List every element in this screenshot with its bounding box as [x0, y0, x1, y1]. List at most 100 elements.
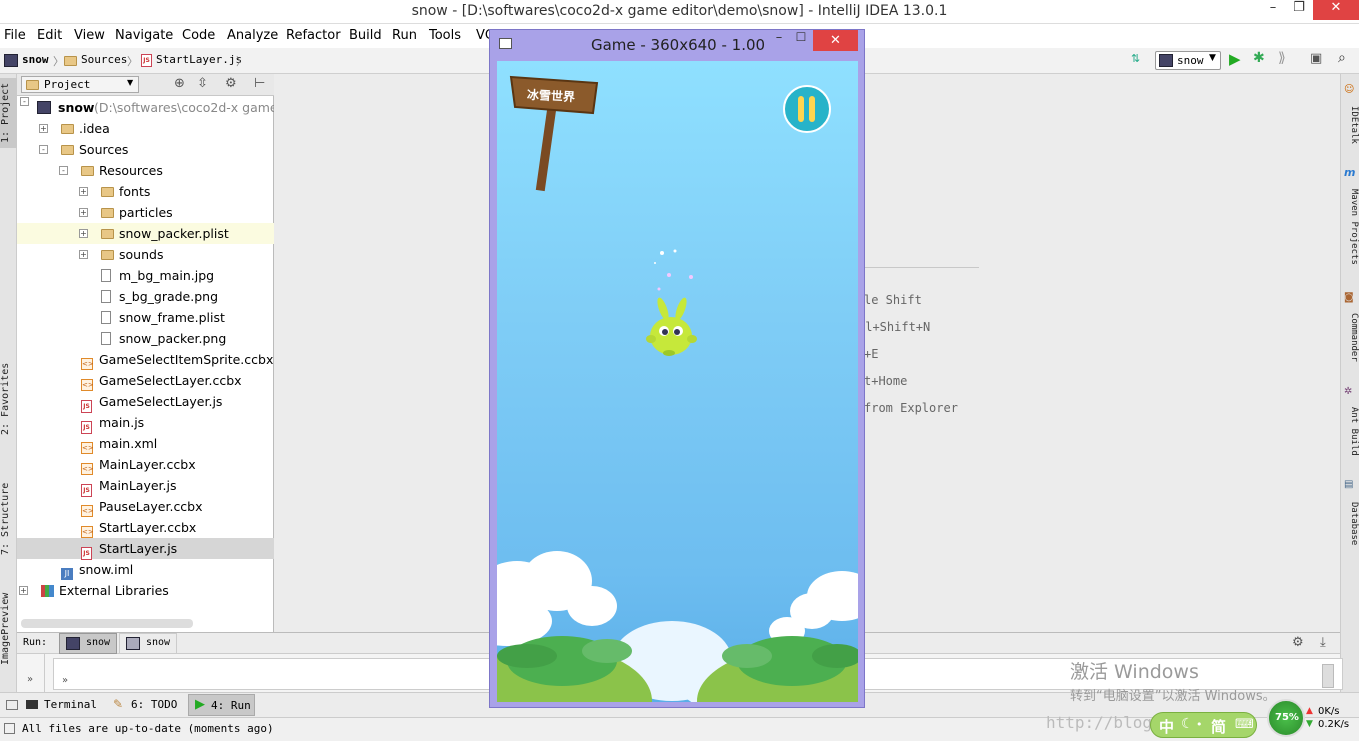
collapse-toggle-icon[interactable]: - — [20, 97, 29, 106]
tab-imagepreview[interactable]: ImagePreview — [0, 584, 17, 674]
tree-item[interactable]: snow_frame.plist — [17, 307, 274, 328]
toggle-panels-icon[interactable] — [6, 700, 18, 710]
run-icon[interactable]: ▶ — [1229, 50, 1241, 68]
close-button[interactable]: ✕ — [1313, 0, 1359, 20]
tab-commander[interactable]: Commander — [1342, 307, 1359, 367]
tree-item[interactable]: + .idea — [17, 118, 274, 139]
expand-icon[interactable]: » — [62, 675, 68, 686]
moon-icon[interactable]: ☾ — [1181, 716, 1194, 732]
breadcrumb-file[interactable]: StartLayer.js — [156, 53, 242, 66]
tab-structure[interactable]: 7: Structure — [0, 474, 17, 564]
run-tab-snow-active[interactable]: snow — [59, 633, 117, 654]
run-config-select[interactable]: snow ▼ — [1155, 51, 1221, 70]
title-bar: snow - [D:\softwares\coco2d-x game edito… — [0, 0, 1359, 24]
tree-item[interactable]: JS main.js — [17, 412, 274, 434]
tab-favorites[interactable]: 2: Favorites — [0, 359, 17, 439]
gear-icon[interactable]: ⚙ — [225, 76, 237, 91]
debug-icon[interactable]: ✱ — [1253, 50, 1265, 66]
game-close-button[interactable]: ✕ — [813, 30, 858, 51]
tree-item[interactable]: - Sources — [17, 139, 274, 160]
tree-item[interactable]: m_bg_main.jpg — [17, 265, 274, 286]
tab-ant-build[interactable]: Ant Build — [1342, 401, 1359, 461]
game-window[interactable]: Game - 360x640 - 1.00 – ☐ ✕ 冰雪世界 — [489, 29, 865, 708]
tab-maven-projects[interactable]: Maven Projects — [1342, 182, 1359, 272]
dot-icon[interactable]: • — [1196, 718, 1203, 731]
menu-build[interactable]: Build — [349, 28, 382, 43]
sort-icon[interactable]: ⇅ — [1131, 52, 1140, 65]
breadcrumb-root[interactable]: snow — [22, 53, 49, 66]
tree-item[interactable]: + sounds — [17, 244, 274, 265]
tree-item[interactable]: + particles — [17, 202, 274, 223]
expand-toggle-icon[interactable]: + — [79, 187, 88, 196]
tree-item[interactable]: JS GameSelectLayer.js — [17, 391, 274, 413]
tree-item[interactable]: + snow_packer.plist — [17, 223, 274, 244]
hide-icon[interactable]: ⊢ — [254, 76, 265, 91]
menu-analyze[interactable]: Analyze — [227, 28, 278, 43]
tree-item[interactable]: <> GameSelectLayer.ccbx — [17, 370, 274, 391]
collapse-icon[interactable]: ⇳ — [197, 76, 208, 91]
expand-toggle-icon[interactable]: + — [79, 229, 88, 238]
tab-database[interactable]: Database — [1342, 494, 1359, 554]
tree-item-label: m_bg_main.jpg — [119, 268, 215, 283]
tree-item[interactable]: + fonts — [17, 181, 274, 202]
menu-tools[interactable]: Tools — [429, 28, 461, 43]
expand-toggle-icon[interactable]: + — [19, 586, 28, 595]
tree-item[interactable]: JI snow.iml — [17, 559, 274, 580]
locate-icon[interactable]: ⊕ — [174, 76, 185, 91]
tree-item[interactable]: s_bg_grade.png — [17, 286, 274, 307]
ime-mode[interactable]: 中 — [1159, 716, 1174, 737]
game-maximize-button[interactable]: ☐ — [788, 30, 814, 52]
expand-icon[interactable]: » — [27, 674, 33, 685]
coverage-icon[interactable]: ⟫ — [1278, 50, 1286, 66]
vertical-scrollbar[interactable] — [1322, 664, 1334, 688]
structure-icon[interactable]: ▣ — [1310, 51, 1322, 66]
tab-idetalk[interactable]: IDEtalk — [1342, 100, 1359, 150]
gear-icon[interactable]: ⚙ — [1292, 635, 1304, 650]
tree-item[interactable]: <> StartLayer.ccbx — [17, 517, 274, 538]
expand-toggle-icon[interactable]: + — [79, 208, 88, 217]
pause-button[interactable] — [783, 85, 831, 133]
folder-icon — [61, 145, 74, 155]
tab-run[interactable]: ▶ 4: Run — [188, 694, 255, 716]
expand-toggle-icon[interactable]: + — [79, 250, 88, 259]
ime-toolbar[interactable]: 中 ☾ • 简 ⌨ — [1150, 712, 1257, 738]
menu-run[interactable]: Run — [392, 28, 417, 43]
tree-item[interactable]: <> main.xml — [17, 433, 274, 454]
project-view-select[interactable]: Project ▼ — [21, 76, 139, 93]
cpu-gauge[interactable]: 75% — [1267, 699, 1305, 737]
menu-refactor[interactable]: Refactor — [286, 28, 341, 43]
tree-item-label: MainLayer.js — [99, 478, 177, 493]
tab-todo[interactable]: 6: TODO — [131, 698, 177, 711]
tree-item[interactable]: JS StartLayer.js — [17, 538, 274, 560]
ime-simplified[interactable]: 简 — [1211, 716, 1226, 737]
tree-item[interactable]: <> PauseLayer.ccbx — [17, 496, 274, 517]
game-canvas[interactable]: 冰雪世界 — [497, 61, 858, 702]
menu-view[interactable]: View — [74, 28, 105, 43]
tree-item[interactable]: <> MainLayer.ccbx — [17, 454, 274, 475]
menu-code[interactable]: Code — [182, 28, 215, 43]
folder-icon — [101, 208, 114, 218]
tree-item[interactable]: snow_packer.png — [17, 328, 274, 349]
status-toggle-icon[interactable] — [4, 723, 15, 734]
tree-item[interactable]: + External Libraries — [17, 580, 274, 601]
divider — [864, 267, 979, 268]
menu-edit[interactable]: Edit — [37, 28, 62, 43]
tree-item[interactable]: JS MainLayer.js — [17, 475, 274, 497]
maximize-button[interactable]: ❐ — [1282, 0, 1316, 20]
tab-project[interactable]: 1: Project — [0, 78, 17, 148]
tree-root[interactable]: - snow (D:\softwares\coco2d-x game e — [17, 97, 289, 118]
hide-panel-icon[interactable]: ⤓ — [1320, 635, 1326, 650]
run-tab-snow[interactable]: snow — [119, 633, 177, 654]
expand-toggle-icon[interactable]: + — [39, 124, 48, 133]
tree-item[interactable]: <> GameSelectItemSprite.ccbx — [17, 349, 274, 370]
keyboard-icon[interactable]: ⌨ — [1235, 717, 1254, 732]
breadcrumb-folder[interactable]: Sources — [81, 53, 127, 66]
menu-file[interactable]: File — [4, 28, 26, 43]
collapse-toggle-icon[interactable]: - — [59, 166, 68, 175]
menu-navigate[interactable]: Navigate — [115, 28, 173, 43]
tree-item[interactable]: - Resources — [17, 160, 274, 181]
search-icon[interactable]: ⌕ — [1338, 50, 1346, 66]
collapse-toggle-icon[interactable]: - — [39, 145, 48, 154]
horizontal-scrollbar[interactable] — [21, 619, 193, 628]
tab-terminal[interactable]: Terminal — [44, 698, 97, 711]
